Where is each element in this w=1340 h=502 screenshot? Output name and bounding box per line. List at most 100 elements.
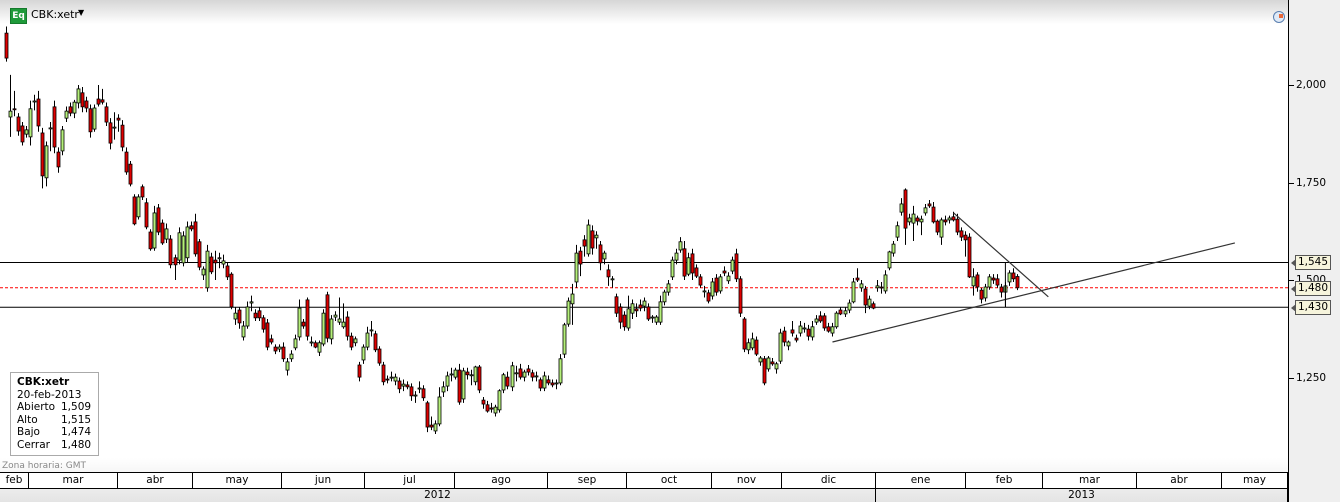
month-label: jun — [282, 473, 365, 488]
candle-body-up — [401, 383, 406, 387]
symbol-selector[interactable]: CBK:xetr — [31, 8, 79, 21]
candle-body-up — [778, 332, 783, 362]
candle — [373, 330, 378, 353]
candle — [241, 320, 246, 341]
candle — [381, 361, 386, 386]
candle-body-up — [554, 382, 559, 385]
candle — [92, 104, 97, 132]
candle-body-up — [510, 365, 515, 388]
candle — [730, 256, 735, 275]
candle — [289, 350, 294, 362]
candle-body-down — [622, 314, 627, 328]
candle — [217, 252, 222, 269]
candle — [758, 356, 763, 366]
candle — [417, 381, 422, 394]
candle-body-down — [56, 151, 61, 168]
candle — [887, 250, 892, 271]
candle-body-up — [726, 275, 731, 282]
candle — [32, 94, 37, 111]
candle-body-down — [397, 380, 402, 390]
candle-body-up — [851, 281, 856, 303]
candle-body-down — [518, 368, 523, 378]
price-chart[interactable] — [0, 0, 1288, 470]
caret-down-icon[interactable]: ▼ — [78, 8, 84, 17]
candle — [473, 365, 478, 386]
candle-body-up — [883, 274, 888, 292]
candle — [871, 301, 876, 310]
candle-body-down — [197, 241, 202, 268]
trendline — [832, 242, 1236, 343]
candle — [493, 404, 498, 417]
candle — [714, 274, 719, 296]
candle-body-up — [185, 226, 190, 259]
candle-body-up — [810, 326, 815, 338]
candle-body-down — [68, 106, 73, 114]
candle — [48, 122, 53, 152]
candle — [128, 161, 133, 187]
candle — [116, 114, 121, 132]
candle-body-down — [931, 206, 936, 223]
candle-body-up — [60, 129, 65, 152]
candle-body-down — [481, 399, 486, 405]
timezone-label: Zona horaria: GMT — [2, 461, 87, 471]
candle — [630, 299, 635, 319]
candle — [891, 241, 896, 257]
candle-body-down — [538, 379, 543, 389]
candle-body-up — [413, 394, 418, 397]
candle-body-down — [618, 306, 623, 323]
candle — [722, 266, 727, 277]
candle-body-up — [786, 341, 791, 347]
clock-icon[interactable] — [1273, 11, 1285, 23]
candle — [325, 291, 330, 343]
candle — [88, 104, 93, 138]
candle-body-up — [297, 307, 302, 338]
candle — [397, 377, 402, 394]
candle — [140, 184, 145, 201]
candle-body-up — [112, 126, 117, 129]
candle — [790, 320, 795, 337]
candle-body-up — [64, 110, 69, 119]
candle-body-up — [802, 327, 807, 330]
candle — [838, 307, 843, 316]
candle — [855, 268, 860, 282]
candle — [522, 369, 527, 382]
candle — [68, 102, 73, 117]
candle-body-up — [887, 251, 892, 269]
candle-body-up — [766, 357, 771, 370]
candle-body-down — [325, 294, 330, 339]
candle-body-down — [457, 369, 462, 403]
candle-body-down — [598, 244, 603, 264]
candle-body-up — [654, 316, 659, 323]
candle — [762, 356, 767, 386]
candle — [999, 283, 1004, 298]
candle-body-down — [405, 384, 410, 388]
candle-body-down — [193, 221, 198, 255]
candle — [562, 322, 567, 358]
candle — [931, 202, 936, 224]
candle-body-up — [875, 285, 880, 289]
candle-body-up — [92, 107, 97, 130]
candle-body-down — [959, 230, 964, 238]
candle — [1011, 268, 1016, 282]
info-date: 20-feb-2013 — [17, 388, 82, 401]
candle — [301, 319, 306, 329]
candle-body-up — [164, 228, 169, 240]
price-axis[interactable] — [1288, 0, 1340, 502]
info-value: 1,509 — [61, 401, 92, 414]
candle — [84, 96, 89, 113]
y-tick-mark — [1289, 280, 1294, 281]
candle — [903, 188, 908, 245]
candle — [56, 147, 61, 173]
candle — [80, 86, 85, 113]
candle — [469, 369, 474, 386]
candle — [510, 361, 515, 392]
candle — [598, 241, 603, 271]
candle-body-down — [485, 404, 490, 412]
candle — [646, 303, 651, 321]
candle-body-up — [181, 235, 186, 264]
candle — [60, 125, 65, 156]
candle — [8, 74, 13, 137]
candle — [4, 26, 9, 62]
candle-body-down — [40, 132, 45, 177]
candle — [160, 219, 165, 245]
